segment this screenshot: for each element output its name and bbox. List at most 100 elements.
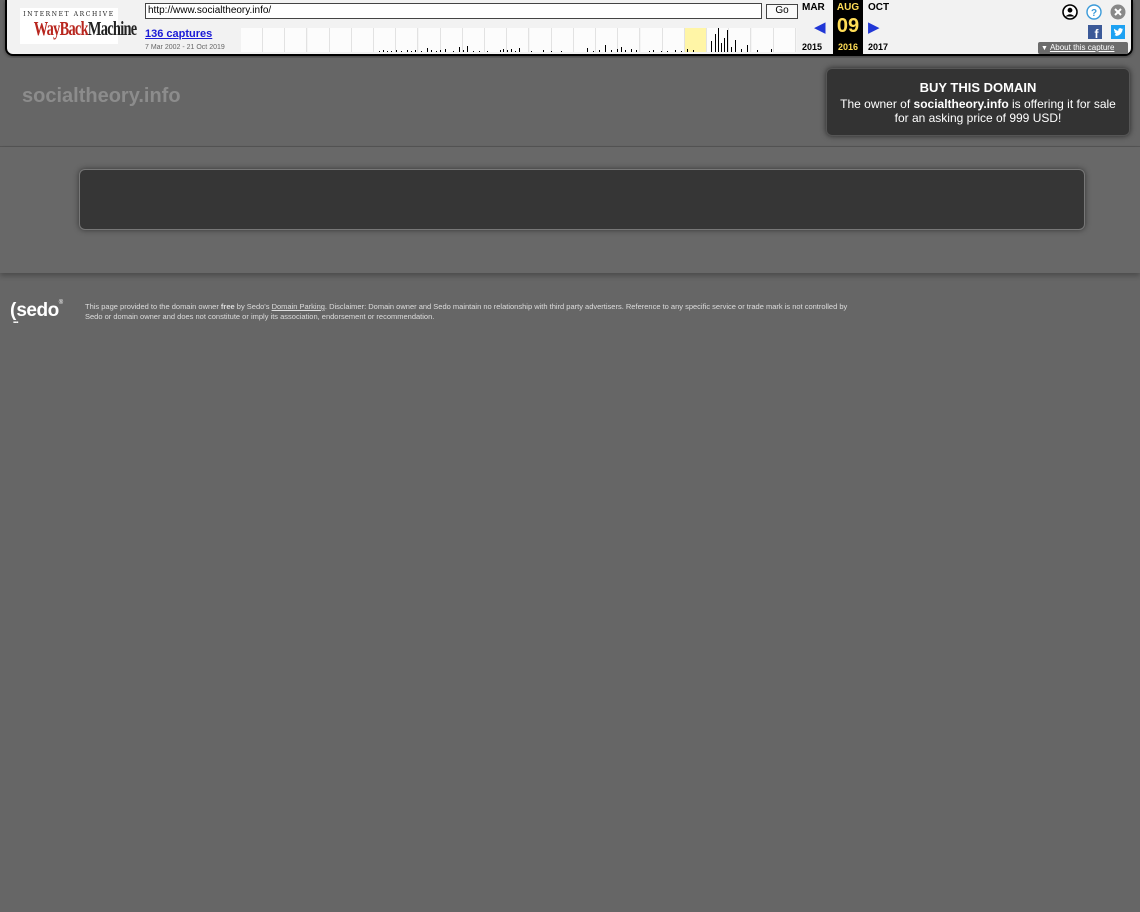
sparkline-bar (727, 30, 728, 52)
sparkline-bar (487, 51, 488, 52)
about-capture-button[interactable]: ▼ About this capture (1038, 42, 1128, 54)
sparkline-bar (735, 40, 736, 52)
capture-range: 7 Mar 2002 - 21 Oct 2019 (145, 44, 225, 51)
wayback-logo[interactable]: INTERNET ARCHIVE WayBackMachine (20, 8, 137, 44)
triangle-down-icon: ▼ (1041, 45, 1048, 52)
sparkline-bar (515, 51, 516, 52)
sparkline-bar (625, 50, 626, 52)
sparkline-bar (551, 51, 552, 52)
sparkline-bar (463, 50, 464, 52)
sparkline-bar (387, 51, 388, 52)
next-year-link[interactable]: 2017 (868, 42, 888, 52)
wayback-toolbar: INTERNET ARCHIVE WayBackMachine http://w… (5, 0, 1133, 56)
sparkline-bar (711, 41, 712, 52)
sparkline-year[interactable] (529, 28, 552, 52)
footer-disclaimer: This page provided to the domain owner f… (85, 302, 865, 322)
sparkline-bar (771, 49, 772, 52)
capture-sparkline[interactable] (241, 28, 797, 52)
sparkline-year[interactable] (596, 28, 619, 52)
sparkline-bar (561, 51, 562, 52)
sparkline-bar (653, 50, 654, 52)
sparkline-bar (421, 51, 422, 52)
sparkline-bar (693, 50, 694, 52)
user-icon[interactable] (1062, 4, 1078, 20)
sparkline-year[interactable] (551, 28, 574, 52)
url-input[interactable]: http://www.socialtheory.info/ (145, 3, 762, 19)
captures-link[interactable]: 136 captures (145, 28, 212, 40)
sparkline-bar (621, 47, 622, 52)
sparkline-bar (724, 38, 725, 52)
sparkline-bar (631, 49, 632, 52)
sparkline-year[interactable] (418, 28, 441, 52)
domain-parking-link[interactable]: Domain Parking (272, 302, 325, 311)
prev-year-link[interactable]: 2015 (802, 42, 822, 52)
sparkline-bar (636, 50, 637, 52)
sparkline-bar (391, 51, 392, 52)
sparkline-bar (667, 51, 668, 52)
current-day: 09 (836, 15, 860, 37)
sparkline-bar (741, 49, 742, 52)
sparkline-year[interactable] (241, 28, 263, 52)
sparkline-year[interactable] (285, 28, 308, 52)
help-icon[interactable]: ? (1086, 4, 1102, 20)
sparkline-year[interactable] (307, 28, 330, 52)
sparkline-bar (605, 45, 606, 52)
sparkline-year[interactable] (263, 28, 286, 52)
sparkline-bar (436, 51, 437, 52)
sparkline-year[interactable] (574, 28, 596, 52)
sparkline-year[interactable] (685, 28, 707, 52)
sparkline-bar (687, 49, 688, 52)
footer-text-2: by Sedo's (234, 302, 272, 311)
sparkline-bar (715, 34, 716, 52)
prev-capture-arrow-icon[interactable]: ◀ (814, 18, 826, 36)
facebook-icon[interactable]: f (1088, 25, 1102, 39)
logo-wayback: WayBack (33, 18, 89, 40)
buy-text-domain: socialtheory.info (913, 97, 1009, 111)
sparkline-bar (519, 48, 520, 52)
sparkline-year[interactable] (773, 28, 796, 52)
next-capture-arrow-icon[interactable]: ▶ (868, 18, 880, 36)
sparkline-bar (467, 46, 468, 52)
sparkline-bar (507, 50, 508, 52)
sedo-logo-word: sedo (16, 300, 59, 321)
sparkline-bar (531, 51, 532, 52)
sparkline-bar (379, 51, 380, 52)
logo-internet-archive: INTERNET ARCHIVE (23, 11, 115, 18)
sparkline-year[interactable] (352, 28, 374, 52)
twitter-icon[interactable] (1111, 25, 1125, 39)
buy-domain-box[interactable]: BUY THIS DOMAIN The owner of socialtheor… (826, 68, 1130, 136)
sparkline-bar (453, 51, 454, 52)
sparkline-bar (757, 50, 758, 52)
footer-text-bold: free (220, 302, 235, 311)
registered-icon: ® (58, 300, 64, 306)
sedo-logo[interactable]: (sedo® ▪▪▪ (10, 300, 64, 326)
buy-domain-text: The owner of socialtheory.info is offeri… (827, 97, 1129, 125)
sparkline-year[interactable] (396, 28, 419, 52)
sparkline-bar (500, 50, 501, 52)
current-year: 2016 (837, 42, 859, 52)
sparkline-bar (599, 50, 600, 52)
sparkline-year[interactable] (640, 28, 663, 52)
sparkline-bar (459, 47, 460, 52)
sparkline-bar (593, 51, 594, 52)
prev-month-link[interactable]: MAR (802, 2, 825, 13)
go-button[interactable]: Go (766, 4, 798, 19)
current-month: AUG (836, 2, 860, 13)
sparkline-year[interactable] (662, 28, 685, 52)
sparkline-bar (407, 50, 408, 52)
sparkline-year[interactable] (329, 28, 352, 52)
sparkline-bar (661, 51, 662, 52)
close-icon[interactable] (1110, 4, 1126, 20)
sparkline-bar (721, 43, 722, 52)
sparkline-bar (415, 50, 416, 52)
sparkline-bar (617, 49, 618, 52)
sparkline-bar (431, 50, 432, 52)
sparkline-bar (718, 28, 719, 52)
next-month-link[interactable]: OCT (868, 2, 889, 13)
sparkline-year[interactable] (374, 28, 397, 52)
sparkline-bar (479, 51, 480, 52)
sparkline-bar (445, 49, 446, 52)
footer-text-1: This page provided to the domain owner (85, 302, 221, 311)
about-capture-label: About this capture (1049, 43, 1115, 52)
sparkline-bar (747, 45, 748, 52)
